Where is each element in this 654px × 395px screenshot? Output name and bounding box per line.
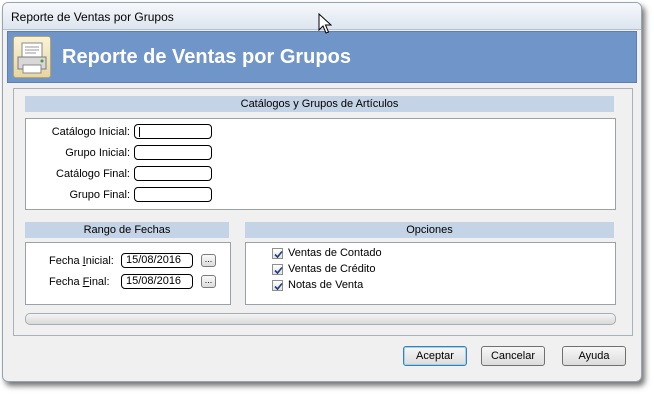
options-header: Opciones: [245, 222, 614, 238]
start-date-picker-button[interactable]: ...: [201, 254, 216, 267]
sales-notes-label: Notas de Venta: [288, 279, 364, 291]
sales-notes-checkbox[interactable]: [272, 280, 283, 291]
group-end-label: Grupo Final:: [69, 189, 130, 201]
catalog-start-label: Catálogo Inicial:: [51, 126, 130, 138]
catalogs-box: Catálogo Inicial: Grupo Inicial: Catálog…: [25, 118, 616, 210]
main-panel: Catálogos y Grupos de Artículos Catálogo…: [13, 88, 633, 336]
check-icon: [274, 266, 283, 275]
catalog-end-input[interactable]: [134, 166, 212, 181]
help-button[interactable]: Ayuda: [562, 346, 626, 366]
end-date-input[interactable]: 15/08/2016: [121, 274, 193, 289]
mouse-cursor-icon: [318, 13, 332, 34]
credit-sales-checkbox[interactable]: [272, 264, 283, 275]
end-date-picker-button[interactable]: ...: [201, 275, 216, 288]
group-start-input[interactable]: [134, 145, 212, 160]
accept-button[interactable]: Aceptar: [403, 346, 467, 366]
check-icon: [274, 250, 283, 259]
banner-heading: Reporte de Ventas por Grupos: [62, 46, 351, 68]
header-banner: Reporte de Ventas por Grupos: [7, 31, 637, 83]
end-date-label: Fecha Final:: [49, 276, 110, 288]
cancel-button[interactable]: Cancelar: [481, 346, 545, 366]
catalog-end-label: Catálogo Final:: [56, 168, 130, 180]
credit-sales-label: Ventas de Crédito: [288, 263, 376, 275]
start-date-input[interactable]: 15/08/2016: [121, 253, 193, 268]
catalogs-section-header: Catálogos y Grupos de Artículos: [25, 96, 614, 112]
check-icon: [274, 282, 283, 291]
window-title: Reporte de Ventas por Grupos: [11, 10, 174, 24]
cash-sales-label: Ventas de Contado: [288, 247, 382, 259]
options-box: Ventas de Contado Ventas de Crédito Nota…: [245, 242, 616, 305]
start-date-label: Fecha Inicial:: [49, 255, 114, 267]
report-dialog-window: Reporte de Ventas por Grupos Reporte de …: [2, 2, 642, 382]
date-range-header: Rango de Fechas: [25, 222, 229, 238]
report-printer-icon: [13, 36, 51, 78]
progress-bar: [25, 313, 616, 325]
group-start-label: Grupo Inicial:: [65, 147, 130, 159]
cash-sales-checkbox[interactable]: [272, 248, 283, 259]
group-end-input[interactable]: [134, 187, 212, 202]
date-range-box: Fecha Inicial: 15/08/2016 ... Fecha Fina…: [25, 242, 231, 305]
catalog-start-input[interactable]: [134, 124, 212, 139]
